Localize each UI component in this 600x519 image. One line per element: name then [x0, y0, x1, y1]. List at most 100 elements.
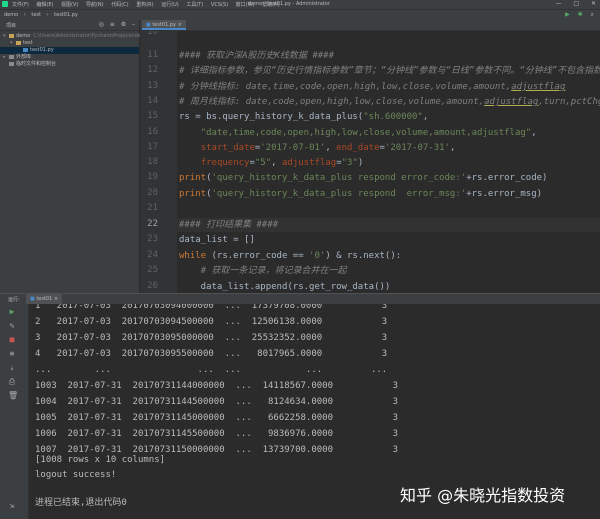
code-line: data_list = [] — [179, 235, 255, 245]
run-tab-label: test01 — [36, 296, 53, 302]
code-line: print('query_history_k_data_plus respond… — [179, 189, 543, 199]
tree-item-label: 临时文件和控制台 — [16, 61, 57, 67]
run-toolbar: ▶ ✎ ■ ≡ ⇣ ⎙ 🗑 ⇲ — [0, 304, 29, 519]
menu-refactor[interactable]: 重构(R) — [136, 2, 153, 8]
code-line: frequency="5", adjustflag="3") — [200, 158, 364, 168]
tree-item-scratches[interactable]: 临时文件和控制台 — [0, 61, 139, 68]
breadcrumb-folder[interactable]: test — [31, 12, 41, 18]
pycharm-logo-icon — [2, 1, 8, 7]
project-panel: 项目 ◎ ≡ ⚙ – ▾ demo C:\Users\Administrator\P… — [0, 20, 149, 293]
line-number: 26 — [147, 281, 158, 291]
line-number: 12 — [147, 65, 158, 75]
scroll-to-end-icon[interactable]: ⇣ — [8, 364, 16, 372]
tree-item-demo[interactable]: ▾ demo C:\Users\Administrator\PycharmProje… — [0, 33, 149, 40]
console-line: 1004 2017-07-31 20170731144500000 ... 81… — [35, 397, 399, 407]
console-line: ... ... ... ... ... ... — [35, 365, 388, 375]
breadcrumb-file[interactable]: test01.py — [54, 12, 78, 18]
line-number: 18 — [147, 157, 158, 167]
minimize-button[interactable]: — — [555, 0, 561, 7]
hide-icon[interactable]: – — [132, 21, 135, 28]
code-line: print('query_history_k_data_plus respond… — [179, 173, 548, 183]
line-number: 17 — [147, 142, 158, 152]
stop-icon[interactable]: ■ — [8, 336, 16, 344]
code-line: # 详细指标参数，参见“历史行情指标参数”章节；“分钟线”参数与“日线”参数不同… — [179, 66, 600, 76]
editor-tab-bar: ■ test01.py × — [140, 20, 600, 31]
run-panel-title: 运行: — [8, 297, 20, 303]
console-line: 1 2017-07-03 20170703094000000 ... 17379… — [35, 304, 388, 311]
run-tab-test01[interactable]: ■ test01 × — [26, 294, 63, 304]
close-button[interactable]: ✕ — [591, 0, 596, 7]
breadcrumb-project[interactable]: demo — [4, 12, 18, 18]
line-number: 14 — [147, 96, 158, 106]
code-editor[interactable]: #### 获取沪深A股历史K线数据 #### # 详细指标参数，参见“历史行情指… — [176, 31, 600, 293]
project-panel-title[interactable]: 项目 — [6, 22, 16, 29]
console-line: logout success! — [35, 470, 117, 480]
close-icon[interactable]: × — [54, 296, 58, 302]
console-line: 1005 2017-07-31 20170731145000000 ... 66… — [35, 413, 399, 423]
menu-tools[interactable]: 工具(T) — [186, 2, 203, 8]
tree-item-test[interactable]: ▾ test — [0, 40, 139, 47]
line-number: 11 — [147, 50, 158, 60]
console-line: 1006 2017-07-31 20170731145500000 ... 98… — [35, 429, 399, 439]
console-line: 2 2017-07-03 20170703094500000 ... 12506… — [35, 317, 388, 327]
line-number: 13 — [147, 81, 158, 91]
code-line: data_list.append(rs.get_row_data()) — [179, 282, 391, 292]
console-line: [1008 rows x 10 columns] — [35, 455, 166, 465]
locate-icon[interactable]: ◎ — [99, 21, 104, 28]
line-number: 19 — [147, 172, 158, 182]
breadcrumb: demo › test › test01.py — [4, 12, 82, 18]
line-number: 24 — [147, 250, 158, 260]
search-icon[interactable]: ⌕ — [591, 11, 594, 18]
pin-icon[interactable]: ⇲ — [8, 502, 16, 510]
trash-icon[interactable]: 🗑 — [8, 392, 18, 400]
code-line: # 周月线指标: date,code,open,high,low,close,v… — [179, 97, 600, 107]
console-line: 1003 2017-07-31 20170731144000000 ... 14… — [35, 381, 399, 391]
tree-item-path: C:\Users\Administrator\PycharmProjects\d… — [33, 33, 149, 39]
tree-item-label: test01.py — [30, 47, 54, 53]
line-number: 21 — [147, 203, 158, 213]
menu-edit[interactable]: 编辑(E) — [36, 2, 53, 8]
code-line: #### 获取沪深A股历史K线数据 #### — [179, 51, 335, 61]
run-panel-header: 运行: ■ test01 × — [0, 293, 600, 304]
window-controls: — □ ✕ — [545, 0, 596, 7]
tab-label: test01.py — [152, 22, 177, 28]
menu-run[interactable]: 运行(U) — [161, 2, 179, 8]
rerun-icon[interactable]: ▶ — [8, 308, 16, 316]
menu-file[interactable]: 文件(F) — [12, 2, 29, 8]
scratch-icon — [9, 61, 14, 66]
code-line: "date,time,code,open,high,low,close,volu… — [200, 128, 537, 138]
line-number: 23 — [147, 234, 158, 244]
menu-view[interactable]: 视图(V) — [61, 2, 78, 8]
gear-icon[interactable]: ⚙ — [121, 21, 126, 28]
soft-wrap-icon[interactable]: ≡ — [8, 350, 16, 358]
line-number: 16 — [147, 127, 158, 137]
project-panel-header: 项目 ◎ ≡ ⚙ – — [0, 20, 139, 31]
chevron-right-icon: › — [23, 12, 26, 18]
code-line: rs = bs.query_history_k_data_plus("sh.60… — [179, 112, 429, 122]
code-line: start_date='2017-07-01', end_date='2017-… — [200, 143, 456, 153]
console-line: 3 2017-07-03 20170703095000000 ... 25532… — [35, 333, 388, 343]
code-line: while (rs.error_code == '0') & rs.next()… — [179, 251, 402, 261]
code-line: # 获取一条记录，将记录合并在一起 — [200, 266, 347, 276]
watermark: 知乎 @朱晓光指数投资 — [400, 486, 566, 505]
tree-item-test01[interactable]: test01.py — [0, 47, 139, 54]
line-number: 15 — [147, 111, 158, 121]
project-panel-tools: ◎ ≡ ⚙ – — [95, 21, 135, 28]
run-icon[interactable]: ▶ — [565, 11, 570, 18]
tree-item-external-libraries[interactable]: ▸ 外部库 — [0, 54, 139, 61]
print-icon[interactable]: ⎙ — [8, 378, 16, 386]
debug-icon[interactable]: ✱ — [578, 11, 583, 18]
maximize-button[interactable]: □ — [573, 0, 579, 7]
menu-navigate[interactable]: 导航(N) — [86, 2, 104, 8]
collapse-icon[interactable]: ≡ — [110, 21, 115, 28]
window-title: demo - test01.py - Administrator — [248, 1, 330, 7]
line-number: 20 — [147, 188, 158, 198]
tab-test01[interactable]: ■ test01.py × — [142, 20, 186, 30]
close-icon[interactable]: × — [178, 22, 182, 28]
menu-vcs[interactable]: VCS(S) — [211, 2, 228, 8]
toolbar-right: ▶ ✱ ⌕ — [559, 11, 594, 19]
line-number: 22 — [147, 219, 158, 229]
wrench-icon[interactable]: ✎ — [8, 322, 16, 330]
tree-item-label: 外部库 — [16, 54, 32, 60]
menu-code[interactable]: 代码(C) — [111, 2, 128, 8]
